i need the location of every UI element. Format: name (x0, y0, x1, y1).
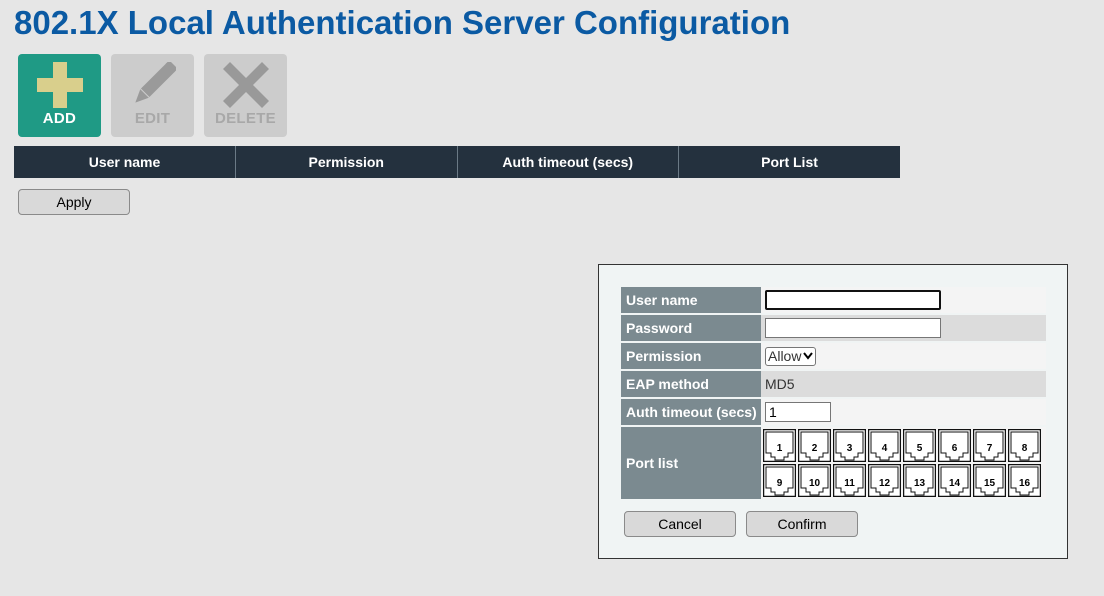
port-number: 9 (776, 478, 783, 489)
port-checkbox[interactable]: 12 (868, 464, 901, 497)
port-number: 5 (916, 443, 923, 454)
eap-method-value-cell: MD5 (763, 371, 1046, 397)
port-list-value-cell: 1 2 3 4 5 6 7 8 9 10 11 12 13 14 15 16 (763, 427, 1046, 499)
port-number: 11 (844, 478, 855, 489)
form-row-username: User name (621, 287, 1046, 313)
port-number: 4 (881, 443, 888, 454)
form-row-password: Password (621, 315, 1046, 341)
form-row-port-list: Port list 1 2 3 4 5 6 7 8 9 10 11 12 13 14 15 16 (621, 427, 1046, 499)
permission-value-cell: Allow (763, 343, 1046, 369)
port-checkbox[interactable]: 3 (833, 429, 866, 462)
port-checkbox[interactable]: 6 (938, 429, 971, 462)
add-user-dialog: User name Password Permission Allow EAP … (598, 264, 1068, 559)
port-checkbox[interactable]: 14 (938, 464, 971, 497)
username-label: User name (621, 287, 761, 313)
cancel-button[interactable]: Cancel (624, 511, 736, 537)
apply-button[interactable]: Apply (18, 189, 130, 215)
edit-button[interactable]: EDIT (111, 54, 194, 137)
auth-timeout-label: Auth timeout (secs) (621, 399, 761, 425)
delete-button-label: DELETE (215, 110, 276, 127)
port-checkbox[interactable]: 16 (1008, 464, 1041, 497)
port-selector: 1 2 3 4 5 6 7 8 9 10 11 12 13 14 15 16 (763, 429, 1041, 497)
port-checkbox[interactable]: 7 (973, 429, 1006, 462)
password-label: Password (621, 315, 761, 341)
users-table: User name Permission Auth timeout (secs)… (14, 146, 900, 178)
username-value-cell (763, 287, 1046, 313)
permission-label: Permission (621, 343, 761, 369)
port-number: 13 (913, 478, 926, 489)
port-checkbox[interactable]: 8 (1008, 429, 1041, 462)
confirm-button[interactable]: Confirm (746, 511, 858, 537)
port-number: 2 (811, 443, 818, 454)
port-number: 12 (878, 478, 891, 489)
port-checkbox[interactable]: 9 (763, 464, 796, 497)
username-input[interactable] (765, 290, 941, 310)
add-button[interactable]: ADD (18, 54, 101, 137)
port-number: 14 (948, 478, 961, 489)
port-number: 15 (983, 478, 996, 489)
add-button-label: ADD (42, 110, 77, 127)
delete-button[interactable]: DELETE (204, 54, 287, 137)
auth-timeout-value-cell (763, 399, 1046, 425)
chevron-down-icon (803, 352, 814, 360)
port-checkbox[interactable]: 4 (868, 429, 901, 462)
column-header-permission[interactable]: Permission (235, 146, 457, 178)
form-row-auth-timeout: Auth timeout (secs) (621, 399, 1046, 425)
port-number: 7 (986, 443, 993, 454)
table-header-row: User name Permission Auth timeout (secs)… (14, 146, 900, 178)
port-number: 8 (1021, 443, 1028, 454)
edit-button-label: EDIT (134, 110, 171, 127)
password-input[interactable] (765, 318, 941, 338)
plus-icon (36, 62, 83, 108)
port-checkbox[interactable]: 10 (798, 464, 831, 497)
port-number: 3 (846, 443, 853, 454)
auth-timeout-input[interactable] (765, 402, 831, 422)
password-value-cell (763, 315, 1046, 341)
port-checkbox[interactable]: 15 (973, 464, 1006, 497)
port-checkbox[interactable]: 13 (903, 464, 936, 497)
port-list-label: Port list (621, 427, 761, 499)
port-number: 16 (1018, 478, 1031, 489)
pencil-icon (134, 62, 176, 103)
eap-method-value: MD5 (765, 376, 795, 392)
page-title: 802.1X Local Authentication Server Confi… (14, 4, 791, 41)
column-header-port-list[interactable]: Port List (678, 146, 900, 178)
form-row-permission: Permission Allow (621, 343, 1046, 369)
permission-select[interactable]: Allow (765, 346, 817, 366)
port-checkbox[interactable]: 5 (903, 429, 936, 462)
x-icon (222, 62, 269, 108)
port-checkbox[interactable]: 1 (763, 429, 796, 462)
port-number: 6 (951, 443, 958, 454)
port-checkbox[interactable]: 11 (833, 464, 866, 497)
permission-selected-value: Allow (768, 348, 802, 364)
column-header-user-name[interactable]: User name (14, 146, 236, 178)
column-header-auth-timeout[interactable]: Auth timeout (secs) (456, 146, 679, 178)
port-number: 1 (776, 443, 783, 454)
port-number: 10 (808, 478, 821, 489)
port-checkbox[interactable]: 2 (798, 429, 831, 462)
eap-method-label: EAP method (621, 371, 761, 397)
form-row-eap-method: EAP method MD5 (621, 371, 1046, 397)
